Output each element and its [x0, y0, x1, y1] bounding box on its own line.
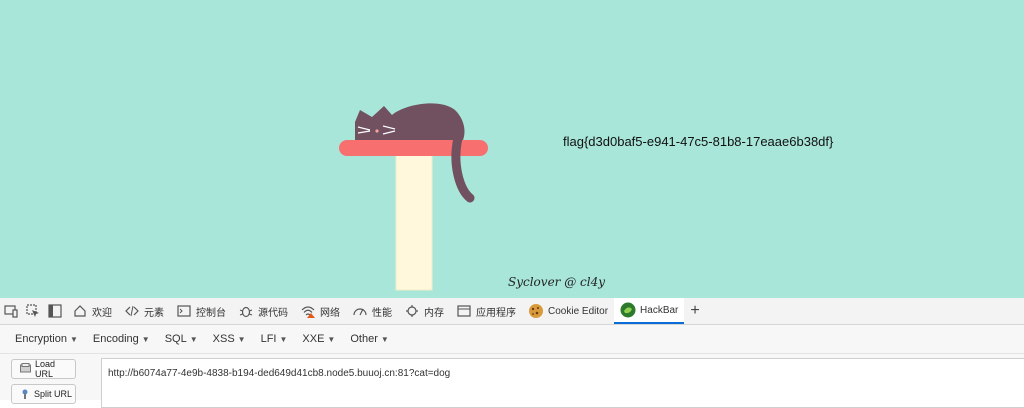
home-icon	[72, 303, 88, 319]
split-url-icon	[20, 388, 30, 401]
credit-text: Syclover @ cl4y	[508, 275, 606, 289]
caret-down-icon: ▼	[327, 334, 336, 344]
caret-down-icon: ▼	[69, 334, 78, 344]
split-url-button[interactable]: Split URL	[11, 384, 76, 404]
caret-down-icon: ▼	[141, 334, 150, 344]
tab-label: 性能	[372, 307, 392, 319]
bug-icon	[238, 303, 254, 319]
load-url-label: Load URL	[35, 359, 56, 379]
hackbar-icon	[620, 302, 636, 318]
tab-network[interactable]: 网络	[294, 298, 346, 324]
tab-label: 元素	[144, 307, 164, 319]
cat-nose	[375, 129, 379, 133]
menu-lfi[interactable]: LFI ▼	[251, 333, 293, 345]
console-icon	[176, 303, 192, 319]
load-url-button[interactable]: Load URL	[11, 359, 76, 379]
code-icon	[124, 303, 140, 319]
page-content: flag{d3d0baf5-e941-47c5-81b8-17eaae6b38d…	[0, 0, 1024, 298]
url-textarea[interactable]: http://b6074a77-4e9b-4838-b194-ded649d41…	[101, 358, 1024, 408]
tab-hackbar[interactable]: HackBar	[614, 298, 685, 324]
menu-label: Encryption	[15, 333, 67, 345]
tab-label: 内存	[424, 307, 444, 319]
tab-console[interactable]: 控制台	[170, 298, 232, 324]
menu-label: XSS	[212, 333, 235, 345]
cat-shelf	[339, 140, 488, 156]
tab-application[interactable]: 应用程序	[450, 298, 522, 324]
hackbar-body: Load URL Split URL http://b6074a77-4e9b-…	[0, 354, 1024, 408]
toggle-panel-icon[interactable]	[44, 298, 66, 324]
menu-other[interactable]: Other ▼	[340, 333, 393, 345]
tab-performance[interactable]: 性能	[346, 298, 398, 324]
performance-icon	[352, 303, 368, 319]
menu-sql[interactable]: SQL ▼	[155, 333, 203, 345]
memory-icon	[404, 303, 420, 319]
cat-illustration	[339, 103, 488, 291]
menu-encoding[interactable]: Encoding ▼	[83, 333, 155, 345]
hackbar-menu-bar: Encryption ▼ Encoding ▼ SQL ▼ XSS ▼ LFI ▼ XXE…	[0, 325, 1024, 354]
application-icon	[456, 303, 472, 319]
load-url-icon	[20, 363, 31, 375]
tab-label: 欢迎	[92, 307, 112, 319]
add-tab-icon[interactable]: +	[684, 302, 705, 320]
tab-label: 控制台	[196, 307, 226, 319]
inspect-element-icon[interactable]	[22, 298, 44, 324]
tab-label: Cookie Editor	[548, 305, 609, 317]
menu-label: Other	[350, 333, 378, 345]
caret-down-icon: ▼	[279, 334, 288, 344]
split-url-label: Split URL	[34, 389, 73, 399]
cat-body	[355, 103, 465, 140]
menu-label: SQL	[164, 333, 187, 345]
caret-down-icon: ▼	[380, 334, 389, 344]
devtools-tab-bar: 欢迎 元素 控制台 源代码 网络 性能 内存 应用程序 Cookie Edito…	[0, 298, 1024, 325]
tab-cookie-editor[interactable]: Cookie Editor	[522, 298, 614, 324]
tab-sources[interactable]: 源代码	[232, 298, 294, 324]
flag-text: flag{d3d0baf5-e941-47c5-81b8-17eaae6b38d…	[563, 134, 834, 149]
tab-welcome[interactable]: 欢迎	[66, 298, 118, 324]
scratching-post	[395, 149, 433, 291]
tab-label: 应用程序	[476, 307, 516, 319]
menu-encryption[interactable]: Encryption ▼	[0, 333, 83, 345]
menu-label: Encoding	[92, 333, 139, 345]
tab-label: 网络	[320, 307, 340, 319]
caret-down-icon: ▼	[237, 334, 246, 344]
tab-label: 源代码	[258, 307, 288, 319]
menu-label: XXE	[302, 333, 325, 345]
menu-xxe[interactable]: XXE ▼	[292, 333, 340, 345]
tab-label: HackBar	[640, 304, 679, 316]
tab-memory[interactable]: 内存	[398, 298, 450, 324]
device-emulation-icon[interactable]	[0, 298, 22, 324]
wifi-icon	[300, 303, 316, 319]
menu-label: LFI	[260, 333, 277, 345]
cookie-icon	[528, 303, 544, 319]
menu-xss[interactable]: XSS ▼	[203, 333, 251, 345]
caret-down-icon: ▼	[189, 334, 198, 344]
tab-elements[interactable]: 元素	[118, 298, 170, 324]
